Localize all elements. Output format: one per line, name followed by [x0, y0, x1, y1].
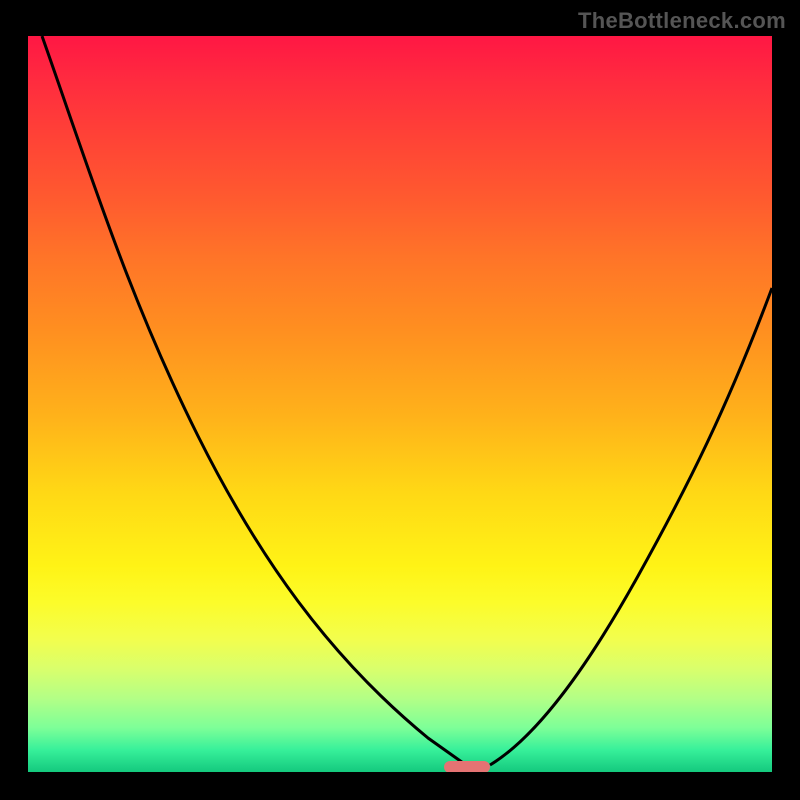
bottleneck-curve	[28, 36, 772, 772]
plot-area	[28, 36, 772, 772]
watermark-text: TheBottleneck.com	[578, 8, 786, 34]
curve-right-branch	[490, 288, 772, 765]
optimal-marker	[444, 761, 490, 772]
curve-left-branch	[42, 36, 466, 765]
chart-frame: TheBottleneck.com	[0, 0, 800, 800]
